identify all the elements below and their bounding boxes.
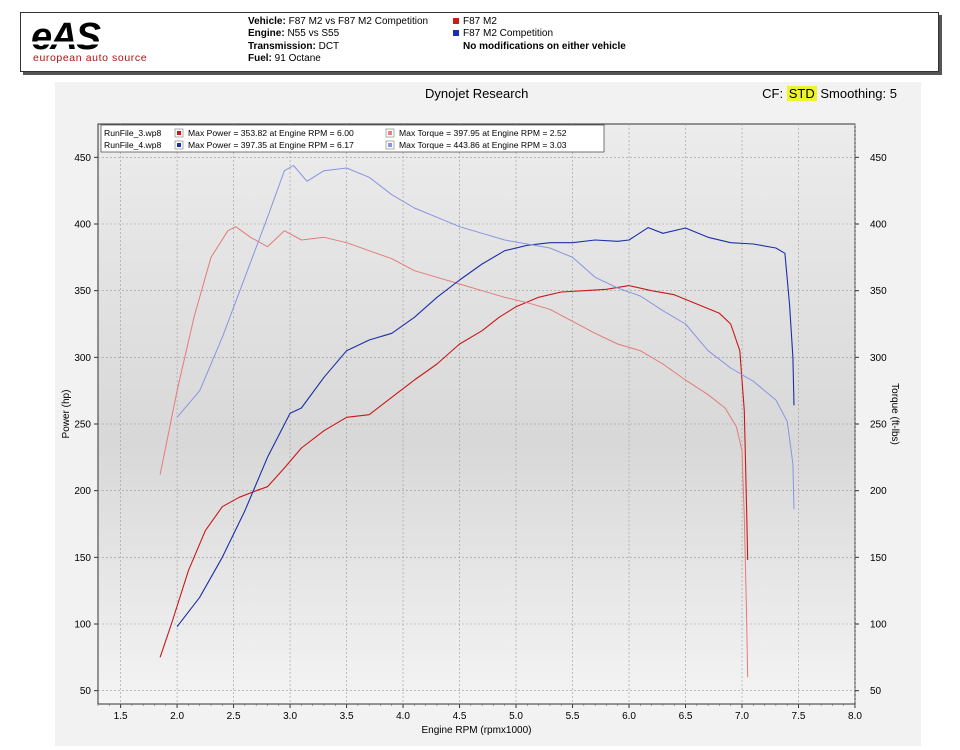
x-tick-label: 7.5 (792, 711, 806, 722)
modifications-note: No modifications on either vehicle (463, 40, 626, 52)
legend-torque-text: Max Torque = 397.95 at Engine RPM = 2.52 (399, 128, 567, 138)
y-tick-label-left: 50 (80, 686, 92, 697)
x-tick-label: 5.0 (509, 711, 523, 722)
y-tick-label-right: 100 (870, 620, 887, 631)
y-tick-label-left: 100 (74, 620, 91, 631)
dyno-chart-panel: Dynojet Research CF: STD Smoothing: 5 1.… (55, 82, 921, 746)
legend-torque-text: Max Torque = 443.86 at Engine RPM = 3.03 (399, 140, 567, 150)
legend-power-text: Max Power = 397.35 at Engine RPM = 6.17 (188, 140, 354, 150)
x-tick-label: 3.0 (283, 711, 297, 722)
x-tick-label: 5.5 (566, 711, 580, 722)
legend-file: RunFile_4.wp8 (104, 140, 162, 150)
y-tick-label-right: 50 (870, 686, 882, 697)
dyno-plot: 1.5 2.0 2.5 3.0 3.5 4.0 4.5 5.0 5.5 6.0 6.5 7.0 7.5 8… (61, 123, 900, 736)
y-tick-label-right: 450 (870, 153, 887, 164)
header-legend: F87 M2 F87 M2 Competition No modificatio… (453, 16, 626, 53)
legend-swatch-red (453, 18, 459, 24)
vehicle-label: Vehicle: (248, 16, 286, 27)
x-tick-label: 4.5 (453, 711, 467, 722)
fuel-label: Fuel: (248, 52, 272, 64)
y-tick-label-right: 200 (870, 486, 887, 497)
transmission-value: DCT (318, 40, 340, 52)
transmission-label: Transmission: (248, 40, 316, 52)
vehicle-value: F87 M2 vs F87 M2 Competition (288, 16, 429, 27)
x-tick-label: 8.0 (848, 711, 862, 722)
legend-power-swatch (177, 131, 181, 135)
y-tick-label-left: 300 (74, 353, 91, 364)
y-tick-label-right: 350 (870, 286, 887, 297)
engine-label: Engine: (248, 28, 285, 40)
x-tick-label: 7.0 (735, 711, 749, 722)
legend-torque-swatch (388, 131, 392, 135)
y-tick-label-left: 350 (74, 286, 91, 297)
legend-label-m2-competition: F87 M2 Competition (463, 28, 554, 40)
header-specs: Vehicle: F87 M2 vs F87 M2 Competition En… (248, 16, 428, 65)
y-tick-label-left: 200 (74, 486, 91, 497)
logo-subtitle: european auto source (33, 52, 147, 64)
header-panel: eAS european auto source Vehicle: F87 M2… (20, 12, 939, 72)
x-tick-label: 2.0 (170, 711, 184, 722)
legend-torque-swatch (388, 143, 392, 147)
y-tick-label-right: 150 (870, 553, 887, 564)
y-tick-label-right: 400 (870, 220, 887, 231)
x-tick-label: 4.0 (396, 711, 410, 722)
y-tick-label-left: 450 (74, 153, 91, 164)
y-axis-label-left: Power (hp) (61, 390, 72, 439)
y-tick-label-left: 400 (74, 220, 91, 231)
y-tick-label-right: 250 (870, 420, 887, 431)
x-tick-label: 1.5 (114, 711, 128, 722)
engine-value: N55 vs S55 (287, 28, 340, 40)
chart-legend: RunFile_3.wp8 Max Power = 353.82 at Engin… (100, 124, 605, 153)
x-tick-label: 6.5 (679, 711, 693, 722)
x-axis-label: Engine RPM (rpmx1000) (421, 725, 531, 736)
legend-power-text: Max Power = 353.82 at Engine RPM = 6.00 (188, 128, 354, 138)
eas-logo: eAS european auto source (31, 19, 214, 64)
y-tick-label-left: 150 (74, 553, 91, 564)
fuel-value: 91 Octane (274, 52, 321, 64)
plot-area (97, 123, 856, 705)
y-axis-label-right: Torque (ft-lbs) (889, 383, 900, 445)
legend-power-swatch (177, 143, 181, 147)
y-tick-label-left: 250 (74, 420, 91, 431)
x-tick-label: 6.0 (622, 711, 636, 722)
legend-file: RunFile_3.wp8 (104, 128, 162, 138)
y-tick-label-right: 300 (870, 353, 887, 364)
x-tick-label: 3.5 (340, 711, 354, 722)
legend-label-m2: F87 M2 (463, 16, 497, 27)
x-tick-label: 2.5 (227, 711, 241, 722)
legend-swatch-blue (453, 30, 459, 37)
